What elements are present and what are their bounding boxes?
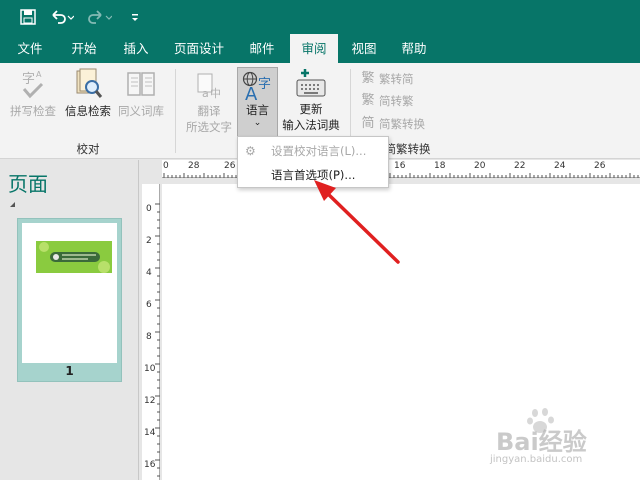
ruler-tick-label: 6: [146, 300, 152, 310]
redo-icon[interactable]: [88, 7, 112, 27]
tab-mailings[interactable]: 邮件: [238, 34, 286, 63]
undo-icon[interactable]: [50, 7, 74, 27]
svg-text:A: A: [245, 84, 258, 102]
set-proofing-language-menu-item[interactable]: ⚙ 设置校对语言(L)...: [239, 140, 387, 162]
vertical-ruler[interactable]: 0 2 4 6 8 10 12 14 16: [140, 184, 162, 480]
ruler-tick-label: 26: [594, 161, 606, 171]
tab-review[interactable]: 审阅: [290, 34, 338, 63]
keyboard-icon: [296, 69, 326, 97]
title-bar: [0, 0, 640, 34]
svg-text:字: 字: [22, 72, 35, 87]
simplified-to-traditional-label: 简转繁: [379, 94, 414, 108]
traditional-to-simplified-icon: 繁: [361, 71, 375, 86]
ruler-tick-label: 16: [144, 460, 156, 470]
research-label: 信息检索: [65, 104, 111, 118]
ruler-tick-label: 0: [146, 204, 152, 214]
horizontal-ruler[interactable]: 0 28 26 16 18 20 22 24 26: [140, 160, 640, 184]
vertical-ruler-strip: 0 2 4 6 8 10 12 14 16: [142, 184, 160, 480]
spell-check-label: 拼写检查: [10, 104, 56, 118]
svg-text:A: A: [36, 70, 42, 79]
ruler-tick-label: 18: [434, 161, 446, 171]
thesaurus-icon: [127, 72, 155, 96]
page-thumbnail[interactable]: 1: [17, 218, 122, 382]
page-number: 1: [65, 364, 74, 378]
language-button[interactable]: A 字 语言 ⌄: [237, 67, 278, 137]
svg-text:字: 字: [258, 77, 271, 92]
translate-icon: a 中: [197, 73, 221, 100]
ruler-tick-label: 4: [146, 268, 152, 278]
tab-help[interactable]: 帮助: [390, 34, 438, 63]
watermark-brand: Bai经验: [496, 428, 587, 456]
spell-check-icon: 字 A: [22, 70, 44, 99]
ruler-tick-label: 8: [146, 332, 152, 342]
thumbnail-banner-image: [36, 241, 112, 273]
collapse-triangle-icon[interactable]: [10, 202, 15, 207]
simplified-to-traditional-icon: 繁: [361, 93, 375, 108]
ruler-tick-label: 22: [514, 161, 526, 171]
traditional-to-simplified-button[interactable]: 繁 繁转简: [360, 69, 414, 89]
chinese-conversion-icon: 简: [361, 116, 375, 131]
horizontal-ruler-strip: 0 28 26 16 18 20 22 24 26: [162, 160, 640, 178]
research-button[interactable]: 信息检索: [62, 67, 114, 119]
tab-file[interactable]: 文件: [6, 34, 54, 63]
svg-text:a: a: [202, 87, 209, 100]
translate-label-line1: 翻译: [197, 104, 221, 118]
language-icon: A 字: [242, 71, 271, 102]
translate-button[interactable]: a 中 翻译 所选文字: [182, 71, 236, 135]
tab-home[interactable]: 开始: [60, 34, 108, 63]
language-menu: ⚙ 设置校对语言(L)... 语言首选项(P)...: [237, 136, 389, 188]
watermark-url: jingyan.baidu.com: [490, 454, 583, 465]
chinese-conversion-label: 简繁转换: [379, 117, 425, 131]
ruler-tick-label: 28: [188, 161, 200, 171]
language-label: 语言: [246, 103, 269, 117]
pages-pane: 页面 1: [0, 160, 139, 480]
ruler-tick-label: 14: [144, 428, 156, 438]
spell-check-button[interactable]: 字 A 拼写检查: [6, 67, 60, 119]
ruler-tick-label: 12: [144, 396, 156, 406]
svg-text:中: 中: [210, 87, 221, 100]
page-thumbnail-preview: [22, 223, 117, 363]
update-label-line1: 更新: [299, 102, 323, 116]
pages-pane-title: 页面: [8, 172, 48, 196]
ruler-tick-label: 26: [224, 161, 236, 171]
update-ime-dictionary-button[interactable]: 更新 输入法词典: [280, 67, 342, 133]
proofing-language-icon: ⚙: [245, 144, 256, 158]
language-preferences-menu-item[interactable]: 语言首选项(P)...: [239, 164, 387, 186]
set-proofing-language-label: 设置校对语言(L)...: [271, 144, 367, 158]
ruler-tick-label: 0: [163, 161, 169, 171]
save-icon[interactable]: [20, 7, 36, 27]
traditional-to-simplified-label: 繁转简: [379, 72, 414, 86]
tab-insert[interactable]: 插入: [112, 34, 160, 63]
ruler-tick-label: 16: [394, 161, 406, 171]
tab-view[interactable]: 视图: [340, 34, 388, 63]
chevron-down-icon: ⌄: [253, 118, 262, 128]
ribbon-tabs: 文件 开始 插入 页面设计 邮件 审阅 视图 帮助: [0, 34, 640, 63]
customize-icon[interactable]: [130, 7, 140, 27]
research-icon: [76, 68, 103, 98]
chinese-conversion-button[interactable]: 简 简繁转换: [360, 114, 425, 134]
group-separator: [175, 69, 176, 153]
thesaurus-label: 同义词库: [118, 104, 164, 118]
simplified-to-traditional-button[interactable]: 繁 简转繁: [360, 91, 414, 111]
ruler-tick-label: 24: [554, 161, 566, 171]
watermark: Bai经验 jingyan.baidu.com: [482, 408, 632, 472]
ruler-tick-label: 2: [146, 236, 152, 246]
thesaurus-button[interactable]: 同义词库: [114, 67, 168, 119]
ruler-tick-label: 20: [474, 161, 486, 171]
language-preferences-label: 语言首选项(P)...: [271, 168, 356, 182]
update-label-line2: 输入法词典: [282, 118, 340, 132]
ruler-tick-label: 10: [144, 364, 156, 374]
translate-label-line2: 所选文字: [186, 120, 232, 134]
proofing-group-label: 校对: [76, 142, 100, 156]
tab-page-design[interactable]: 页面设计: [166, 34, 232, 63]
